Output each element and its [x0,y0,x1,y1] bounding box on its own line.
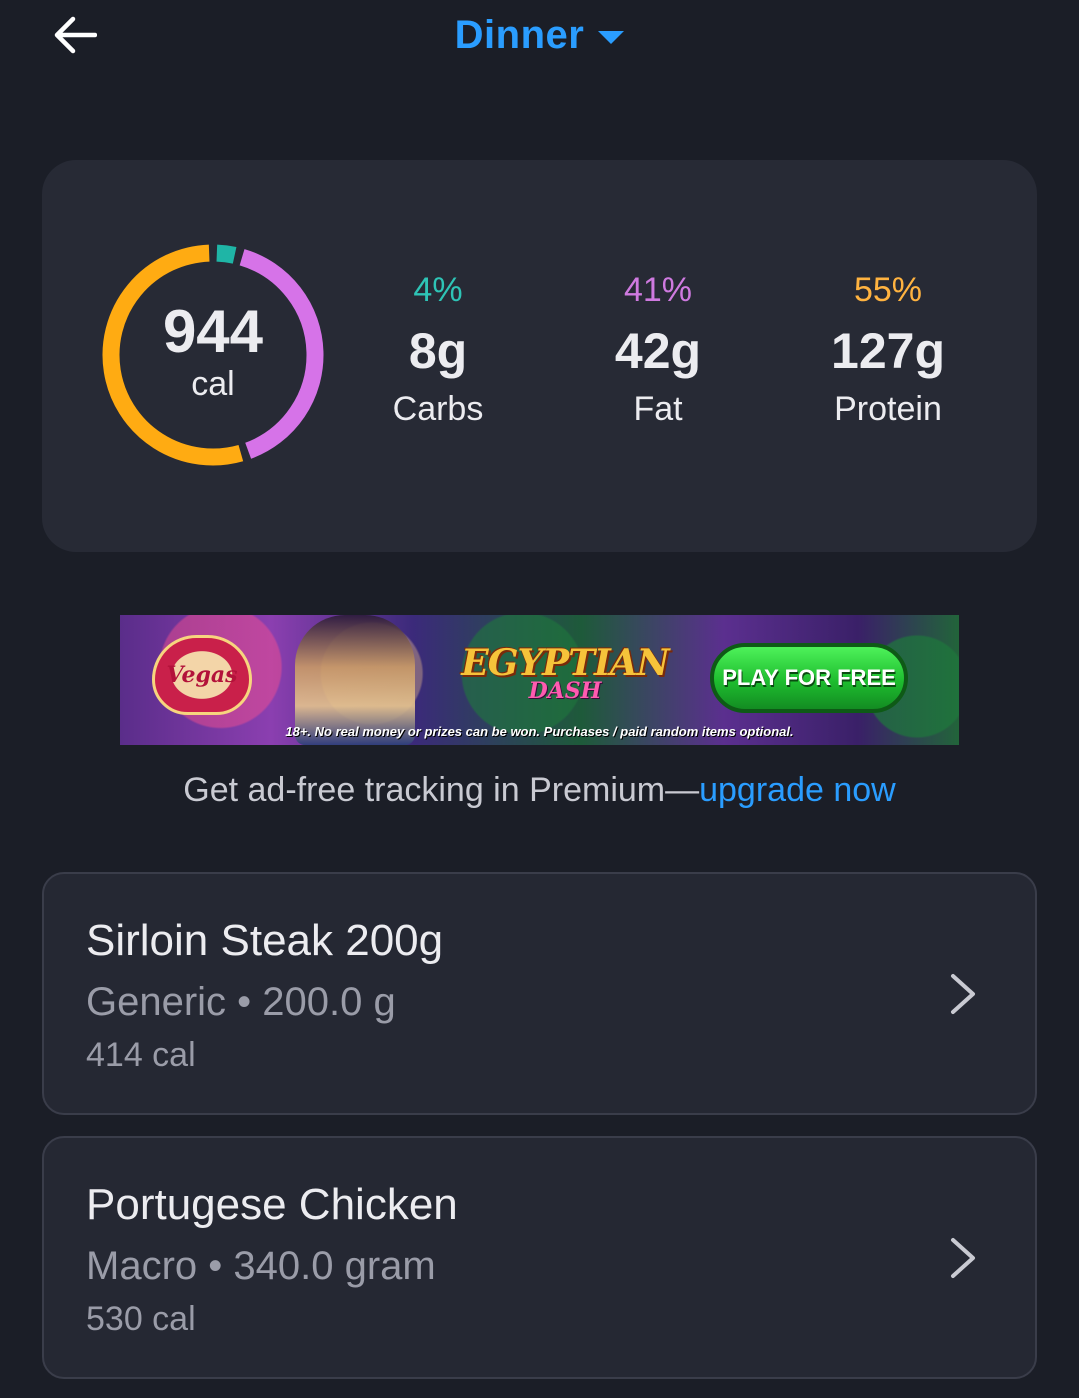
upgrade-now-link[interactable]: upgrade now [699,771,896,809]
ad-disclaimer: 18+. No real money or prizes can be won.… [285,724,794,739]
calories-unit: cal [191,365,235,403]
premium-upsell: Get ad-free tracking in Premium—upgrade … [0,768,1079,812]
caret-down-icon [598,30,625,44]
food-source-serving: Generic • 200.0 g [86,980,396,1024]
top-bar: Dinner [0,0,1079,80]
macro-fat: 41% 42g Fat [558,270,758,430]
protein-percent: 55% [853,271,923,309]
ad-brand-name: Vegas [166,662,238,688]
total-calories: 944 [162,298,264,365]
food-name: Sirloin Steak 200g [86,916,444,965]
upsell-text: Get ad-free tracking in Premium— [183,771,700,809]
fat-percent: 41% [623,271,693,309]
food-name: Portugese Chicken [86,1180,458,1229]
fat-label: Fat [633,390,683,428]
heart-of-vegas-logo: Vegas [152,635,252,715]
carbs-label: Carbs [392,390,484,428]
ad-logo-line2: DASH [528,678,602,704]
carbs-grams: 8g [408,323,468,379]
food-source: Generic [86,980,227,1024]
food-calories: 530 cal [86,1300,196,1338]
play-for-free-button[interactable]: PLAY FOR FREE [710,643,908,713]
food-serving: 340.0 gram [233,1244,436,1288]
food-entry[interactable]: Sirloin Steak 200g Generic • 200.0 g 414… [42,872,1037,1115]
carbs-percent: 4% [413,271,463,309]
fat-grams: 42g [614,323,702,379]
ring-center: 944 cal [100,242,326,468]
food-serving: 200.0 g [262,980,396,1024]
calorie-ring: 944 cal [100,242,326,468]
macro-carbs: 4% 8g Carbs [338,270,538,430]
macro-protein: 55% 127g Protein [788,270,988,430]
food-entry[interactable]: Portugese Chicken Macro • 340.0 gram 530… [42,1136,1037,1379]
protein-grams: 127g [831,323,945,379]
chevron-right-icon [951,974,975,1014]
food-source: Macro [86,1244,198,1288]
nutrition-summary-card: 944 cal 4% 8g Carbs 41% 42g Fat 55% 127g… [42,160,1037,552]
protein-label: Protein [834,390,942,428]
food-calories: 414 cal [86,1036,196,1074]
egyptian-dash-logo: EGYPTIAN DASH [461,633,669,713]
meal-selector[interactable]: Dinner [0,10,1079,60]
chevron-right-icon [951,1238,975,1278]
food-source-serving: Macro • 340.0 gram [86,1244,436,1288]
meal-title[interactable]: Dinner [455,13,585,58]
ad-banner[interactable]: Vegas EGYPTIAN DASH PLAY FOR FREE 18+. N… [120,615,959,745]
